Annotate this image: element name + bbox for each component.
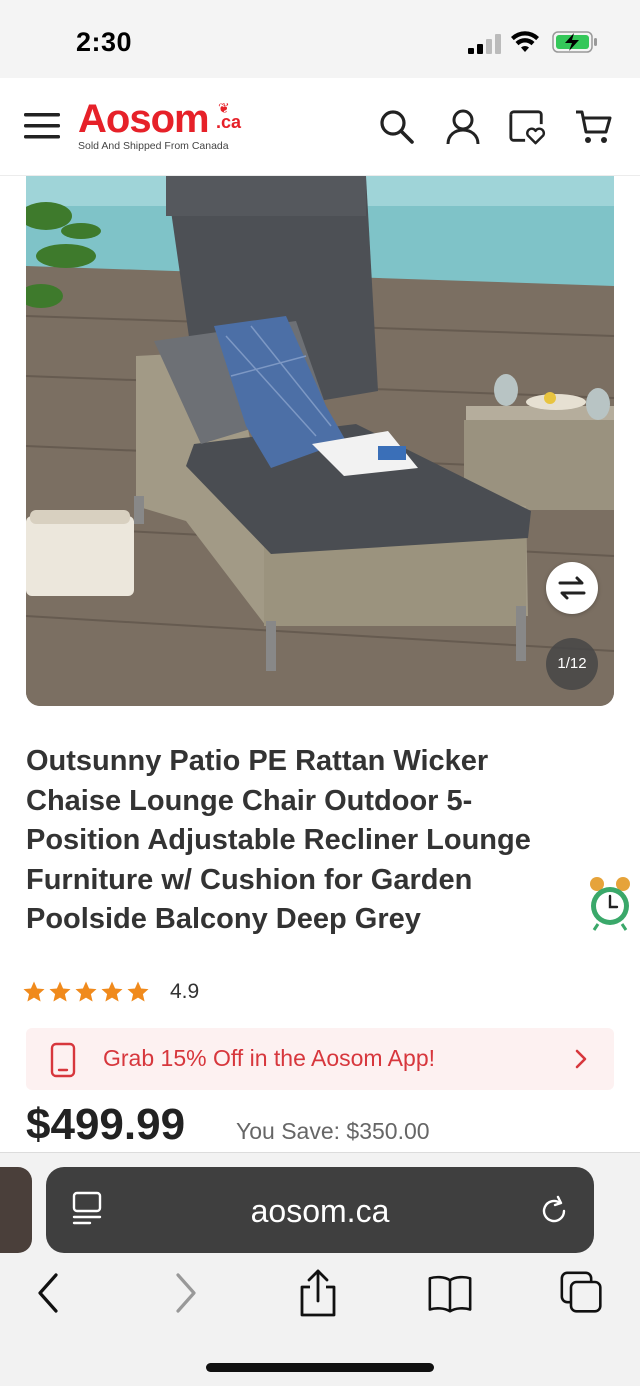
search-icon[interactable]: [378, 108, 416, 146]
cart-icon[interactable]: [575, 108, 613, 146]
rating-value: 4.9: [170, 980, 200, 1003]
logo-tagline: Sold And Shipped From Canada: [78, 140, 229, 152]
battery-charging-icon: [552, 31, 597, 53]
status-bar: 2:30: [0, 0, 640, 78]
phone-icon: [50, 1042, 76, 1078]
image-counter: 1/12: [546, 638, 598, 690]
product-photo: [26, 176, 614, 706]
rating-stars: [22, 980, 150, 1004]
menu-icon[interactable]: [24, 110, 62, 142]
star-icon: [127, 981, 149, 1002]
aosom-logo[interactable]: Aosom ❦ .ca Sold And Shipped From Canada: [78, 96, 258, 156]
address-url: aosom.ca: [250, 1193, 390, 1229]
promo-text: Grab 15% Off in the Aosom App!: [103, 1045, 435, 1071]
status-time: 2:30: [76, 27, 133, 57]
you-save-text: You Save: $350.00: [236, 1118, 430, 1144]
alarm-clock-icon[interactable]: [588, 874, 632, 932]
bookmarks-icon[interactable]: [428, 1269, 472, 1317]
address-bar[interactable]: aosom.ca: [46, 1167, 594, 1253]
tabs-icon[interactable]: [560, 1269, 604, 1317]
product-rating[interactable]: 4.9: [22, 976, 199, 1008]
forward-icon[interactable]: [162, 1269, 206, 1317]
chevron-right-icon: [575, 1049, 587, 1069]
you-save: You Save: $350.00: [236, 1118, 430, 1145]
star-icon: [101, 981, 123, 1002]
product-image[interactable]: 1/12: [26, 176, 614, 706]
swap-view-button[interactable]: [546, 562, 598, 614]
app-promo-banner[interactable]: Grab 15% Off in the Aosom App!: [26, 1028, 614, 1090]
share-icon[interactable]: [296, 1269, 340, 1317]
product-title: Outsunny Patio PE Rattan Wicker Chaise L…: [26, 745, 531, 935]
site-header: Aosom ❦ .ca Sold And Shipped From Canada: [0, 78, 640, 176]
previous-tab-peek[interactable]: [0, 1167, 32, 1253]
star-icon: [49, 981, 71, 1002]
wifi-icon: [511, 31, 539, 52]
star-icon: [75, 981, 97, 1002]
wishlist-icon[interactable]: [508, 108, 546, 146]
cellular-signal-icon: [468, 34, 501, 54]
home-indicator: [206, 1363, 434, 1372]
product-price: $499.99: [26, 1100, 186, 1149]
star-icon: [23, 981, 45, 1002]
logo-suffix: .ca: [216, 112, 242, 132]
reload-icon[interactable]: [538, 1195, 570, 1227]
logo-wordmark: Aosom: [78, 97, 210, 141]
account-icon[interactable]: [444, 108, 482, 146]
back-icon[interactable]: [28, 1269, 72, 1317]
browser-toolbar: aosom.ca: [0, 1152, 640, 1386]
